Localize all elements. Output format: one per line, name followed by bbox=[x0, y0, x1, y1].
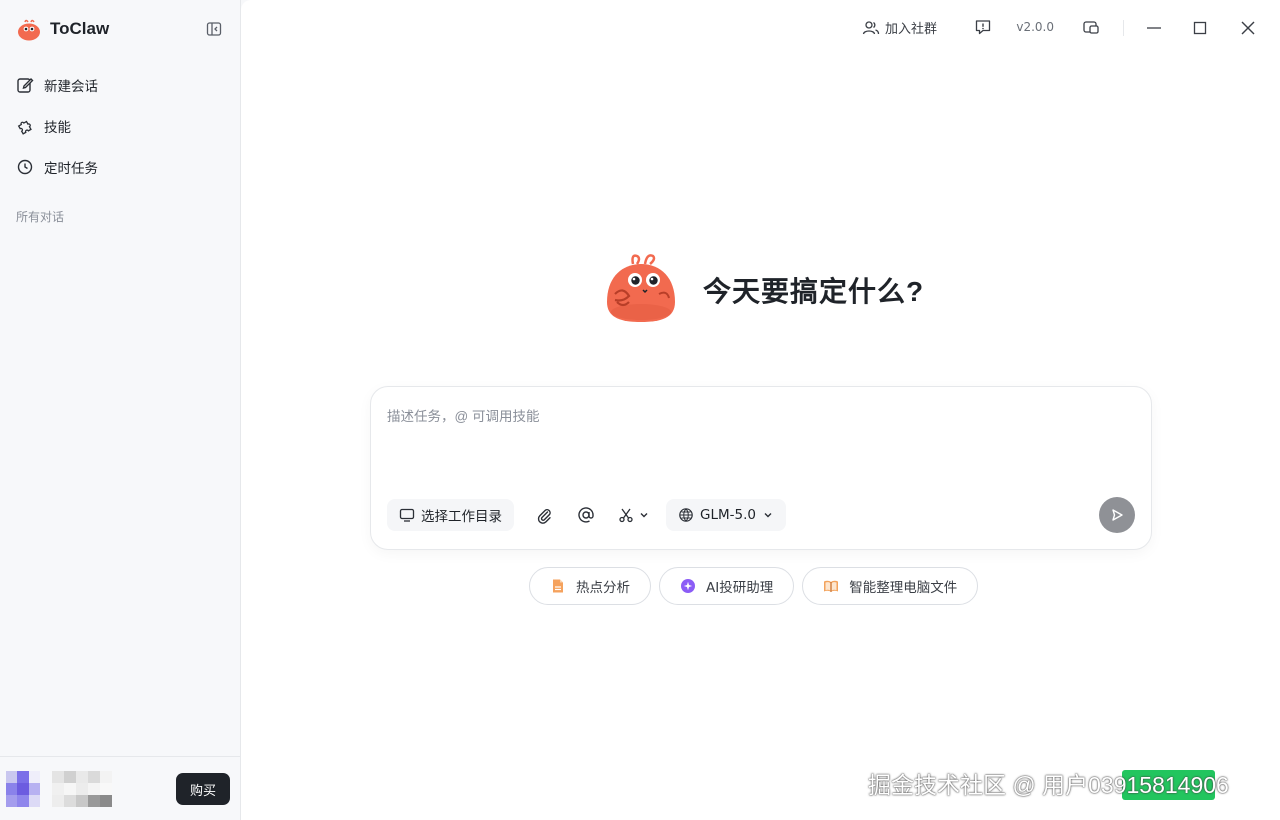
puzzle-icon bbox=[17, 120, 32, 135]
join-community-button[interactable]: 加入社群 bbox=[862, 18, 937, 37]
sidebar-footer: 购买 bbox=[0, 756, 240, 820]
minimize-icon bbox=[1147, 27, 1161, 29]
picture-in-picture-icon bbox=[1083, 21, 1099, 34]
model-label: GLM-5.0 bbox=[700, 507, 756, 523]
suggestion-hot-analysis[interactable]: 热点分析 bbox=[529, 567, 651, 605]
model-select[interactable]: GLM-5.0 bbox=[666, 499, 786, 531]
main-panel: 加入社群 v2.0.0 今天要搞定什么? 描述任务，@ 可调用技能 选择工作目录… bbox=[241, 0, 1280, 820]
watermark: 掘金技术社区 @ 用户03915814906 bbox=[868, 772, 1229, 798]
hero: 今天要搞定什么? bbox=[601, 250, 924, 330]
suggestion-label: AI投研助理 bbox=[706, 580, 774, 596]
close-button[interactable] bbox=[1238, 18, 1258, 38]
book-icon bbox=[823, 578, 839, 594]
sparkle-icon bbox=[680, 578, 696, 594]
clock-icon bbox=[17, 159, 33, 175]
feedback-icon bbox=[975, 20, 991, 35]
composer-toolbar: 选择工作目录 GLM-5.0 bbox=[387, 499, 786, 531]
buy-button[interactable]: 购买 bbox=[176, 773, 230, 805]
username-redacted bbox=[52, 771, 112, 807]
users-icon bbox=[862, 20, 880, 34]
avatar[interactable] bbox=[6, 771, 40, 807]
attach-button[interactable] bbox=[528, 499, 560, 531]
maximize-button[interactable] bbox=[1190, 18, 1210, 38]
chevron-down-icon bbox=[764, 513, 772, 518]
send-button[interactable] bbox=[1099, 497, 1135, 533]
titlebar-divider bbox=[1123, 20, 1124, 36]
all-conversations-label: 所有对话 bbox=[16, 210, 65, 224]
edit-icon bbox=[17, 78, 34, 93]
sidebar-item-label: 技能 bbox=[44, 120, 71, 136]
model-logo-icon bbox=[679, 508, 693, 522]
select-workdir-label: 选择工作目录 bbox=[421, 509, 502, 525]
app-name: ToClaw bbox=[50, 19, 110, 38]
sidebar-item-label: 定时任务 bbox=[44, 161, 98, 177]
brand: ToClaw bbox=[16, 14, 109, 44]
at-sign-icon bbox=[578, 507, 594, 523]
suggestion-label: 热点分析 bbox=[576, 580, 630, 596]
skills-dropdown-button[interactable] bbox=[612, 499, 656, 531]
sidebar-nav: 新建会话 技能 定时任务 bbox=[8, 66, 232, 189]
suggestion-ai-research[interactable]: AI投研助理 bbox=[659, 567, 795, 605]
sidebar-item-new-chat[interactable]: 新建会话 bbox=[8, 66, 232, 104]
sidebar-collapse-icon bbox=[206, 22, 222, 36]
toclaw-logo-icon bbox=[18, 19, 40, 41]
feedback-button[interactable] bbox=[974, 18, 992, 36]
monitor-icon bbox=[399, 508, 415, 522]
mascot-icon bbox=[607, 254, 675, 322]
suggestion-organize-files[interactable]: 智能整理电脑文件 bbox=[802, 567, 979, 605]
task-input[interactable] bbox=[387, 405, 1127, 475]
sidebar-item-scheduled-tasks[interactable]: 定时任务 bbox=[8, 148, 232, 186]
sidebar: ToClaw 新建会话 技能 定时任务 所有对话 购买 bbox=[0, 0, 241, 820]
send-icon bbox=[1112, 509, 1123, 521]
paperclip-icon bbox=[537, 509, 551, 524]
minimize-button[interactable] bbox=[1144, 18, 1164, 38]
pip-window-button[interactable] bbox=[1082, 18, 1100, 36]
chevron-down-icon bbox=[640, 513, 648, 518]
collapse-sidebar-button[interactable] bbox=[204, 19, 224, 39]
maximize-icon bbox=[1193, 21, 1207, 35]
suggestion-label: 智能整理电脑文件 bbox=[849, 580, 958, 596]
composer: 选择工作目录 bbox=[370, 386, 1152, 550]
document-icon bbox=[550, 578, 566, 594]
select-workdir-button[interactable]: 选择工作目录 bbox=[387, 499, 514, 531]
sidebar-item-skills[interactable]: 技能 bbox=[8, 107, 232, 145]
version-label: v2.0.0 bbox=[1016, 20, 1054, 34]
sidebar-item-label: 新建会话 bbox=[44, 79, 98, 95]
join-community-label: 加入社群 bbox=[884, 22, 937, 37]
suggestion-chips: 热点分析 AI投研助理 智能整理电脑文件 bbox=[529, 567, 979, 605]
page-title: 今天要搞定什么? bbox=[703, 276, 925, 307]
close-icon bbox=[1241, 21, 1255, 35]
mention-button[interactable] bbox=[570, 499, 602, 531]
scissors-icon bbox=[619, 508, 633, 523]
